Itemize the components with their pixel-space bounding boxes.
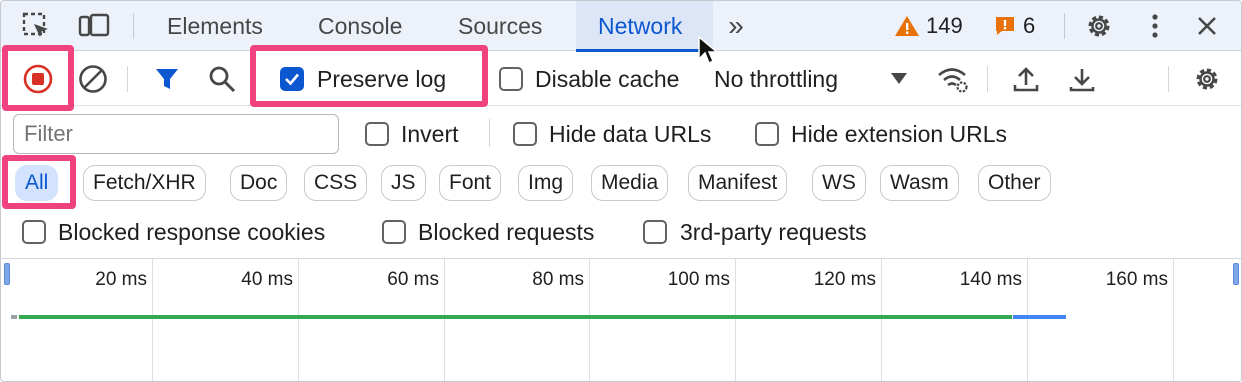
disable-cache-label[interactable]: Disable cache	[535, 66, 679, 93]
type-filter-ws[interactable]: WS	[812, 165, 866, 201]
hide-extension-urls-label[interactable]: Hide extension URLs	[791, 121, 1007, 148]
inspect-element-icon[interactable]	[19, 10, 53, 42]
close-icon[interactable]	[1190, 10, 1224, 42]
issues-count: 6	[1023, 13, 1036, 38]
search-button[interactable]	[202, 59, 242, 99]
issues-counter[interactable]: 6	[993, 11, 1035, 41]
tabbar-divider	[1064, 13, 1065, 39]
highlight-record-button	[2, 45, 74, 111]
tab-sources[interactable]: Sources	[443, 1, 573, 51]
network-conditions-button[interactable]	[933, 59, 973, 99]
timeline-gridline	[589, 259, 590, 381]
third-party-label[interactable]: 3rd-party requests	[680, 219, 867, 246]
clear-log-button[interactable]	[73, 59, 113, 99]
gear-icon	[1196, 68, 1218, 90]
settings-gear-icon[interactable]	[1082, 10, 1116, 42]
timeline-gridline	[298, 259, 299, 381]
highlight-preserve-log	[250, 45, 488, 107]
devtools-window: Elements Console Sources Network » 149 6…	[0, 0, 1242, 382]
blocked-cookies-checkbox[interactable]	[22, 220, 46, 244]
filter-funnel-icon	[156, 69, 178, 89]
more-options-icon[interactable]	[1138, 10, 1172, 42]
chevron-down-icon[interactable]	[890, 72, 908, 91]
wifi-settings-icon	[938, 68, 968, 93]
timeline-tick-label: 100 ms	[667, 269, 730, 290]
warnings-counter[interactable]: 149	[894, 11, 963, 41]
warning-icon	[895, 16, 919, 36]
warnings-count: 149	[926, 13, 963, 38]
type-filter-css[interactable]: CSS	[304, 165, 368, 201]
more-tabs-icon[interactable]: »	[719, 10, 753, 42]
blocked-cookies-label[interactable]: Blocked response cookies	[58, 219, 325, 246]
network-settings-button[interactable]	[1187, 59, 1227, 99]
tab-network[interactable]: Network	[576, 1, 713, 52]
device-toolbar-icon[interactable]	[77, 10, 111, 42]
timeline-gridline	[881, 259, 882, 381]
type-filter-img[interactable]: Img	[518, 165, 574, 201]
timeline-tick-label: 160 ms	[1105, 269, 1168, 290]
invert-label[interactable]: Invert	[401, 121, 459, 148]
toolbar-divider	[127, 66, 128, 92]
import-har-button[interactable]	[1006, 59, 1046, 99]
timeline-right-handle[interactable]	[1233, 263, 1239, 285]
timeline-waiting-bar	[19, 315, 1012, 319]
blocked-requests-label[interactable]: Blocked requests	[418, 219, 594, 246]
timeline-download-bar	[1013, 315, 1066, 319]
throttling-select[interactable]: No throttling	[714, 66, 838, 93]
timeline-tick-label: 140 ms	[959, 269, 1022, 290]
third-party-checkbox[interactable]	[643, 220, 667, 244]
timeline-gridline	[735, 259, 736, 381]
type-filter-media[interactable]: Media	[591, 165, 669, 201]
tabbar-divider	[133, 13, 134, 39]
filter-divider	[489, 119, 490, 147]
type-filter-fetch-xhr[interactable]: Fetch/XHR	[83, 165, 206, 201]
timeline-left-handle[interactable]	[4, 263, 10, 285]
toolbar-divider	[1168, 66, 1169, 92]
timeline-gridline	[444, 259, 445, 381]
type-filter-other[interactable]: Other	[978, 165, 1051, 201]
filter-input[interactable]	[13, 114, 339, 154]
hide-data-urls-label[interactable]: Hide data URLs	[549, 121, 711, 148]
hide-extension-urls-checkbox[interactable]	[755, 122, 779, 146]
disable-cache-checkbox[interactable]	[499, 67, 523, 91]
timeline-tick-label: 120 ms	[813, 269, 876, 290]
filter-toggle-button[interactable]	[147, 59, 187, 99]
type-filter-wasm[interactable]: Wasm	[880, 165, 959, 201]
hide-data-urls-checkbox[interactable]	[513, 122, 537, 146]
devtools-tab-bar: Elements Console Sources Network » 149 6	[1, 1, 1241, 65]
timeline-gridline	[152, 259, 153, 381]
network-toolbar: Preserve log Disable cache No throttling	[1, 52, 1241, 106]
timeline-gridline	[1027, 259, 1028, 381]
timeline-overview[interactable]: 20 ms 40 ms 60 ms 80 ms 100 ms 120 ms 14…	[1, 258, 1241, 381]
type-filter-doc[interactable]: Doc	[230, 165, 288, 201]
highlight-all-filter	[2, 155, 76, 209]
timeline-tick-label: 20 ms	[95, 269, 147, 290]
type-filter-js[interactable]: JS	[381, 165, 426, 201]
timeline-tick-label: 40 ms	[241, 269, 293, 290]
upload-icon	[1013, 67, 1039, 92]
toolbar-divider	[987, 66, 988, 92]
timeline-tick-label: 80 ms	[532, 269, 584, 290]
search-icon	[209, 66, 236, 93]
download-icon	[1069, 69, 1095, 92]
clear-icon	[79, 65, 107, 93]
type-filter-manifest[interactable]: Manifest	[688, 165, 788, 201]
export-har-button[interactable]	[1062, 59, 1102, 99]
type-filter-font[interactable]: Font	[439, 165, 502, 201]
invert-checkbox[interactable]	[365, 122, 389, 146]
timeline-tick-label: 60 ms	[387, 269, 439, 290]
tab-console[interactable]: Console	[303, 1, 433, 51]
tab-elements[interactable]: Elements	[152, 1, 282, 51]
blocked-requests-checkbox[interactable]	[382, 220, 406, 244]
timeline-queued-bar	[11, 315, 17, 319]
timeline-gridline	[1173, 259, 1174, 381]
issue-icon	[996, 17, 1014, 35]
